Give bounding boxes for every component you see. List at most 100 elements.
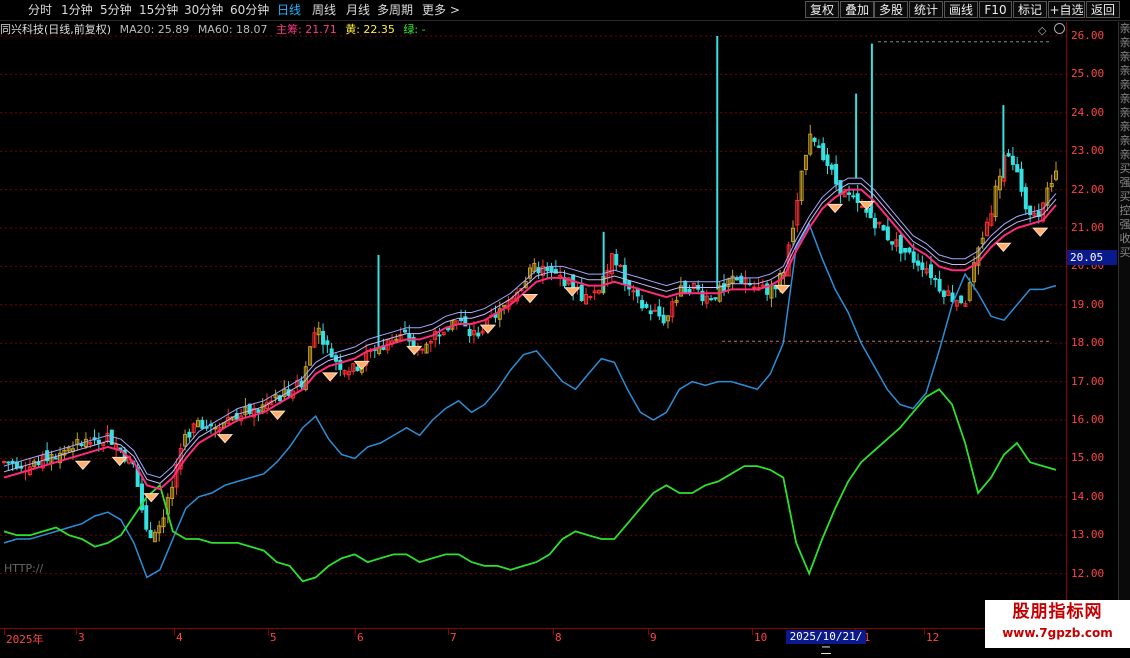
candle-body bbox=[928, 264, 933, 279]
candle-body bbox=[661, 314, 666, 324]
candle-body bbox=[709, 298, 714, 301]
tab-period-5[interactable]: 60分钟 bbox=[230, 2, 269, 18]
diamond-marker-icon bbox=[995, 242, 1012, 253]
side-signal-char: 买 bbox=[1119, 162, 1130, 175]
toolbar-button-1[interactable]: 叠加 bbox=[840, 1, 874, 18]
price-label: 21.00 bbox=[1071, 221, 1105, 234]
candle-body bbox=[437, 334, 442, 337]
candle-body bbox=[890, 241, 895, 245]
candle-body bbox=[545, 267, 550, 272]
tab-period-10[interactable]: 更多 > bbox=[422, 2, 460, 18]
candle-body bbox=[588, 296, 593, 299]
date-label: 4 bbox=[176, 631, 183, 644]
diamond-marker-icon bbox=[74, 460, 92, 471]
diamond-marker-icon bbox=[216, 434, 234, 444]
diamond-marker-icon bbox=[521, 294, 539, 304]
candle-body bbox=[648, 310, 653, 315]
side-signal-char: 亲 bbox=[1119, 22, 1130, 35]
candle-body bbox=[816, 145, 821, 148]
candle-body bbox=[355, 366, 360, 372]
lavender-line-b bbox=[3, 177, 1057, 479]
candle-body bbox=[200, 419, 205, 429]
candle-body bbox=[851, 195, 856, 198]
diamond-marker-icon bbox=[826, 203, 844, 214]
toolbar-button-3[interactable]: 统计 bbox=[909, 1, 943, 18]
date-label: 6 bbox=[357, 631, 364, 644]
kline-svg[interactable] bbox=[0, 22, 1067, 628]
tab-period-2[interactable]: 5分钟 bbox=[100, 2, 132, 18]
candle-body bbox=[549, 266, 554, 273]
candle-body bbox=[739, 275, 744, 284]
date-tick bbox=[268, 629, 269, 635]
candle-body bbox=[872, 217, 877, 229]
toolbar-button-7[interactable]: +自选 bbox=[1048, 1, 1085, 18]
candle-body bbox=[859, 205, 864, 208]
candle-body bbox=[812, 137, 817, 142]
candle-body bbox=[847, 192, 852, 195]
date-tick bbox=[355, 629, 356, 635]
candle-body bbox=[722, 283, 727, 292]
tab-period-0[interactable]: 分时 bbox=[28, 2, 52, 18]
candle-body bbox=[1019, 168, 1024, 192]
candle-body bbox=[2, 460, 6, 463]
price-label: 17.00 bbox=[1071, 374, 1105, 388]
candle-body bbox=[144, 505, 149, 530]
tab-period-7[interactable]: 周线 bbox=[312, 2, 336, 18]
diamond-marker-icon bbox=[269, 410, 286, 420]
candle-body bbox=[911, 251, 916, 263]
side-signal-char: 亲 bbox=[1119, 134, 1130, 147]
candle-body bbox=[640, 300, 645, 309]
side-signal-char: 控 bbox=[1119, 204, 1130, 217]
price-label: 15.00 bbox=[1071, 451, 1105, 465]
candle-body bbox=[885, 226, 890, 241]
candle-body bbox=[579, 284, 584, 301]
candle-body bbox=[420, 348, 425, 351]
date-label: 9 bbox=[650, 631, 657, 644]
candle-body bbox=[916, 260, 921, 266]
side-signal-char: 亲 bbox=[1119, 92, 1130, 105]
toolbar-button-5[interactable]: F10 bbox=[979, 1, 1012, 18]
price-label: 14.00 bbox=[1071, 489, 1105, 503]
candle-body bbox=[618, 265, 623, 268]
toolbar-button-6[interactable]: 标记 bbox=[1013, 1, 1047, 18]
price-label: 24.00 bbox=[1071, 105, 1105, 119]
date-label: 2025年 bbox=[6, 633, 44, 646]
toolbar-button-0[interactable]: 复权 bbox=[805, 1, 839, 18]
candle-body bbox=[1015, 164, 1020, 173]
date-tick bbox=[76, 629, 77, 635]
tab-period-8[interactable]: 月线 bbox=[346, 2, 370, 18]
candle-body bbox=[187, 431, 192, 438]
side-signal-char: 亲 bbox=[1119, 64, 1130, 77]
tab-period-6[interactable]: 日线 bbox=[277, 2, 301, 18]
candle-body bbox=[821, 143, 826, 161]
candle-body bbox=[657, 306, 662, 317]
price-label: 12.00 bbox=[1071, 566, 1105, 580]
candle-body bbox=[644, 303, 649, 308]
candle-body bbox=[834, 164, 839, 185]
toolbar-button-2[interactable]: 多股 bbox=[874, 1, 908, 18]
current-price-tag: 20.05 bbox=[1067, 250, 1117, 265]
kline-chart[interactable] bbox=[0, 22, 1067, 628]
side-signal-strip: 亲亲亲亲亲亲亲亲亲亲买强买控强收买 bbox=[1118, 22, 1130, 628]
candle-body bbox=[96, 439, 101, 444]
candle-body bbox=[855, 193, 860, 203]
toolbar-button-8[interactable]: 返回 bbox=[1086, 1, 1120, 18]
watermark-url: www.7gpzb.com bbox=[1002, 626, 1113, 640]
tab-period-4[interactable]: 30分钟 bbox=[184, 2, 223, 18]
price-label: 25.00 bbox=[1071, 67, 1105, 81]
side-signal-char: 收 bbox=[1119, 232, 1130, 245]
candle-body bbox=[1006, 153, 1011, 157]
toolbar-button-4[interactable]: 画线 bbox=[944, 1, 978, 18]
side-signal-char: 亲 bbox=[1119, 78, 1130, 91]
side-signal-char: 亲 bbox=[1119, 106, 1130, 119]
candle-body bbox=[614, 253, 619, 266]
green-indicator-line bbox=[3, 388, 1057, 583]
candle-body bbox=[903, 247, 908, 253]
candle-body bbox=[713, 297, 718, 300]
tab-period-3[interactable]: 15分钟 bbox=[139, 2, 178, 18]
side-signal-char: 亲 bbox=[1119, 36, 1130, 49]
date-axis: 2025年3456789101112 bbox=[0, 628, 1067, 651]
tab-period-9[interactable]: 多周期 bbox=[377, 2, 413, 18]
candle-body bbox=[1010, 155, 1015, 165]
tab-period-1[interactable]: 1分钟 bbox=[61, 2, 93, 18]
